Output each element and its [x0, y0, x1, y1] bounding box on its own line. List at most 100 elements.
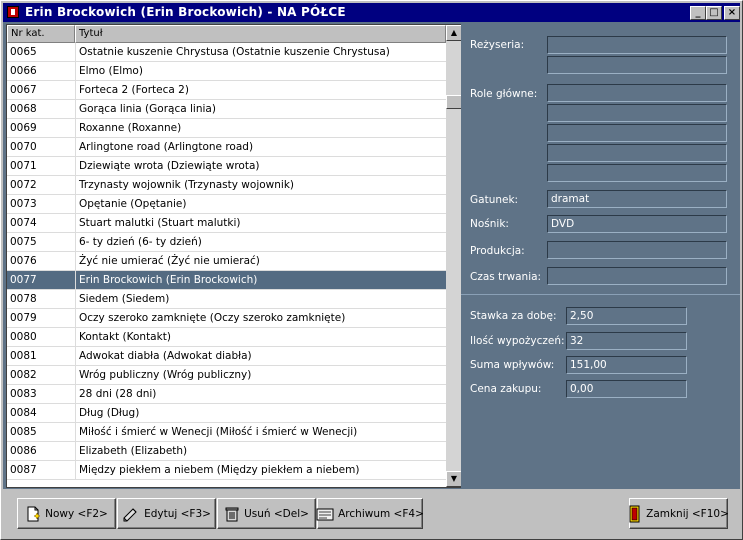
row-catalog-number: 0076 — [10, 255, 37, 267]
table-row[interactable]: 0066 Elmo (Elmo) — [7, 62, 446, 81]
row-catalog-number: 0085 — [10, 426, 37, 438]
row-catalog-number: 0073 — [10, 198, 37, 210]
row-catalog-number: 0087 — [10, 464, 37, 476]
row-title: Siedem (Siedem) — [75, 290, 449, 309]
movie-list[interactable]: Nr kat. Tytuł 0065 Ostatnie kuszenie Chry… — [6, 24, 462, 488]
row-catalog-number: 0079 — [10, 312, 37, 324]
table-row[interactable]: 0065 Ostatnie kuszenie Chrystusa (Ostatni… — [7, 43, 446, 62]
table-row[interactable]: 0070 Arlingtone road (Arlingtone road) — [7, 138, 446, 157]
role-field-1 — [547, 84, 727, 102]
trash-icon — [225, 507, 239, 521]
table-row[interactable]: 0082 Wróg publiczny (Wróg publiczny) — [7, 366, 446, 385]
pencil-icon — [123, 507, 137, 521]
table-row[interactable]: 0076 Żyć nie umierać (Żyć nie umierać) — [7, 252, 446, 271]
table-row[interactable]: 0080 Kontakt (Kontakt) — [7, 328, 446, 347]
row-title: Dziewiąte wrota (Dziewiąte wrota) — [75, 157, 449, 176]
suma-field: 151,00 — [566, 356, 687, 374]
archive-button[interactable]: Archiwum <F4> — [316, 498, 424, 529]
close-window-button[interactable]: Zamknij <F10> — [629, 498, 729, 529]
row-catalog-number: 0074 — [10, 217, 37, 229]
row-catalog-number: 0078 — [10, 293, 37, 305]
cena-label: Cena zakupu: — [470, 383, 542, 395]
table-row[interactable]: 0079 Oczy szeroko zamknięte (Oczy szeroko… — [7, 309, 446, 328]
nosnik-label: Nośnik: — [470, 218, 509, 230]
table-row[interactable]: 0074 Stuart malutki (Stuart malutki) — [7, 214, 446, 233]
table-row[interactable]: 0067 Forteca 2 (Forteca 2) — [7, 81, 446, 100]
row-title: Elmo (Elmo) — [75, 62, 449, 81]
row-title: Między piekłem a niebem (Między piekłem … — [75, 461, 449, 480]
table-row-selected[interactable]: 0077 Erin Brockowich (Erin Brockowich) — [7, 271, 446, 290]
row-catalog-number: 0071 — [10, 160, 37, 172]
row-title: Dług (Dług) — [75, 404, 449, 423]
table-row[interactable]: 0068 Gorąca linia (Gorąca linia) — [7, 100, 446, 119]
czas-label: Czas trwania: — [470, 271, 542, 283]
row-catalog-number: 0082 — [10, 369, 37, 381]
table-row[interactable]: 0083 28 dni (28 dni) — [7, 385, 446, 404]
minimize-button[interactable]: _ — [690, 6, 706, 20]
role-field-3 — [547, 124, 727, 142]
button-bar: Nowy <F2> Edytuj <F3> Usuń <Del> Archiwu… — [3, 489, 740, 537]
role-label: Role główne: — [470, 88, 538, 100]
column-header-nr[interactable]: Nr kat. — [7, 25, 75, 43]
role-field-2 — [547, 104, 727, 122]
movie-details: Reżyseria: Role główne: Gatunek: dramat … — [461, 22, 740, 295]
delete-button-label: Usuń <Del> — [244, 507, 309, 520]
row-catalog-number: 0077 — [10, 274, 37, 286]
row-catalog-number: 0068 — [10, 103, 37, 115]
scroll-up-button[interactable]: ▲ — [446, 25, 461, 41]
row-catalog-number: 0066 — [10, 65, 37, 77]
nosnik-field: DVD — [547, 215, 727, 233]
row-title: Oczy szeroko zamknięte (Oczy szeroko zam… — [75, 309, 449, 328]
row-title: Wróg publiczny (Wróg publiczny) — [75, 366, 449, 385]
edit-button-label: Edytuj <F3> — [144, 507, 211, 520]
table-row[interactable]: 0071 Dziewiąte wrota (Dziewiąte wrota) — [7, 157, 446, 176]
row-catalog-number: 0075 — [10, 236, 37, 248]
row-catalog-number: 0072 — [10, 179, 37, 191]
row-title: Żyć nie umierać (Żyć nie umierać) — [75, 252, 449, 271]
stawka-field: 2,50 — [566, 307, 687, 325]
table-row[interactable]: 0085 Miłość i śmierć w Wenecji (Miłość i … — [7, 423, 446, 442]
row-catalog-number: 0065 — [10, 46, 37, 58]
table-row[interactable]: 0084 Dług (Dług) — [7, 404, 446, 423]
row-title: Arlingtone road (Arlingtone road) — [75, 138, 449, 157]
new-document-icon — [27, 506, 41, 521]
row-title: Forteca 2 (Forteca 2) — [75, 81, 449, 100]
edit-button[interactable]: Edytuj <F3> — [117, 498, 216, 529]
row-title: Kontakt (Kontakt) — [75, 328, 449, 347]
row-title: Gorąca linia (Gorąca linia) — [75, 100, 449, 119]
row-title: Trzynasty wojownik (Trzynasty wojownik) — [75, 176, 449, 195]
table-row[interactable]: 0078 Siedem (Siedem) — [7, 290, 446, 309]
new-button-label: Nowy <F2> — [45, 507, 108, 520]
row-title: Stuart malutki (Stuart malutki) — [75, 214, 449, 233]
row-title: Miłość i śmierć w Wenecji (Miłość i śmie… — [75, 423, 449, 442]
archive-icon — [316, 508, 334, 520]
vertical-scrollbar[interactable]: ▲ ▼ — [446, 25, 461, 487]
title-bar[interactable]: Erin Brockowich (Erin Brockowich) - NA P… — [3, 3, 740, 22]
table-row[interactable]: 0075 6- ty dzień (6- ty dzień) — [7, 233, 446, 252]
table-row[interactable]: 0073 Opętanie (Opętanie) — [7, 195, 446, 214]
main-window: Erin Brockowich (Erin Brockowich) - NA P… — [0, 0, 743, 540]
scroll-down-button[interactable]: ▼ — [446, 471, 461, 487]
table-row[interactable]: 0086 Elizabeth (Elizabeth) — [7, 442, 446, 461]
archive-button-label: Archiwum <F4> — [338, 507, 424, 520]
scroll-thumb[interactable] — [446, 95, 461, 109]
row-title: Ostatnie kuszenie Chrystusa (Ostatnie ku… — [75, 43, 449, 62]
maximize-button[interactable]: □ — [706, 6, 722, 20]
table-row[interactable]: 0069 Roxanne (Roxanne) — [7, 119, 446, 138]
table-row[interactable]: 0081 Adwokat diabła (Adwokat diabła) — [7, 347, 446, 366]
role-field-5 — [547, 164, 727, 182]
new-button[interactable]: Nowy <F2> — [17, 498, 116, 529]
close-button[interactable]: × — [724, 6, 740, 20]
role-field-4 — [547, 144, 727, 162]
table-row[interactable]: 0087 Między piekłem a niebem (Między piek… — [7, 461, 446, 480]
produkcja-label: Produkcja: — [470, 245, 525, 257]
list-header: Nr kat. Tytuł — [7, 25, 446, 43]
delete-button[interactable]: Usuń <Del> — [217, 498, 316, 529]
czas-field — [547, 267, 727, 285]
table-row[interactable]: 0072 Trzynasty wojownik (Trzynasty wojown… — [7, 176, 446, 195]
row-title: Elizabeth (Elizabeth) — [75, 442, 449, 461]
produkcja-field — [547, 241, 727, 259]
ilosc-field: 32 — [566, 332, 687, 350]
column-header-title[interactable]: Tytuł — [75, 25, 446, 43]
window-title: Erin Brockowich (Erin Brockowich) - NA P… — [25, 5, 346, 19]
